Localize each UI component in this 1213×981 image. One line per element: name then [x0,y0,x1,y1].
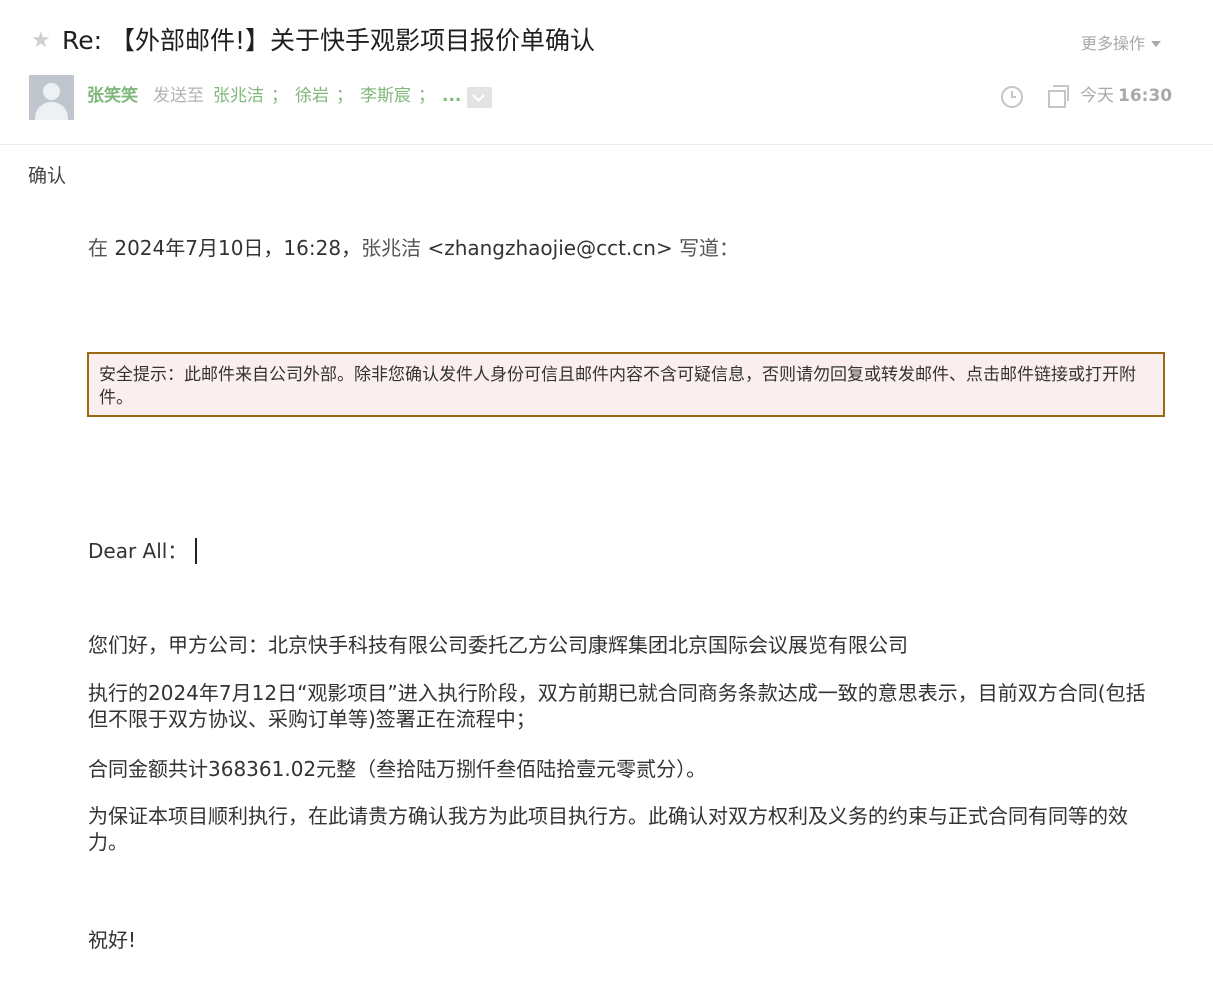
caret-down-icon [1151,41,1162,47]
closing: 祝好! [88,928,137,952]
date-label: 今天 [1080,86,1114,106]
recipient-separator: ； [336,86,353,106]
recipient-separator: ； [418,86,435,106]
email-subject: Re: 【外部邮件!】关于快手观影项目报价单确认 [62,26,596,55]
reply-text: 确认 [28,165,67,187]
more-actions-label: 更多操作 [1081,34,1146,53]
text-cursor [195,538,198,564]
quote-sender: 张兆洁 [361,236,422,260]
greeting-text: Dear All： [88,539,188,563]
quote-date: 2024年7月10日，16:28， [114,236,362,260]
quote-suffix: 写道： [679,236,740,260]
more-actions-menu[interactable]: 更多操作 [1081,33,1162,55]
quote-email[interactable]: <zhangzhaojie@cct.cn> [427,236,672,260]
sender-name[interactable]: 张笑笑 [87,84,138,108]
recipient-2[interactable]: 徐岩 [295,84,329,108]
quote-header: 在 2024年7月10日，16:28，张兆洁 <zhangzhaojie@cct… [88,234,739,262]
greeting[interactable]: Dear All： [88,538,1148,564]
recipients-more[interactable]: ... [442,84,461,108]
recipient-1[interactable]: 张兆洁 [213,84,264,108]
recipient-separator: ； [271,86,288,106]
body-paragraph-3: 合同金额共计368361.02元整（叁拾陆万捌仟叁佰陆拾壹元零贰分）。 [88,757,707,781]
star-icon[interactable]: ★ [31,27,51,55]
security-warning-banner: 安全提示：此邮件来自公司外部。除非您确认发件人身份可信且邮件内容不含可疑信息，否… [87,352,1165,417]
sent-time: 16:30 [1118,86,1173,106]
sender-row: 张笑笑 发送至 张兆洁 ； 徐岩 ； 李斯宸 ； ... [87,84,461,108]
header-divider [0,144,1213,145]
avatar[interactable] [29,75,74,120]
sent-date: 今天 16:30 [1080,84,1172,108]
body-paragraph-4: 为保证本项目顺利执行，在此请贵方确认我方为此项目执行方。此确认对双方权利及义务的… [88,804,1128,854]
avatar-head-shape [43,83,60,100]
send-to-label: 发送至 [153,86,204,106]
avatar-body-shape [35,102,68,120]
copy-icon[interactable] [1048,85,1070,108]
expand-recipients-button[interactable] [467,87,492,108]
body-paragraph-2: 执行的2024年7月12日“观影项目”进入执行阶段，双方前期已就合同商务条款达成… [88,681,1146,731]
chevron-down-icon [472,89,485,102]
clock-icon[interactable] [1001,86,1023,108]
quote-prefix: 在 [88,236,108,260]
recipient-3[interactable]: 李斯宸 [360,84,411,108]
body-paragraph-1: 您们好，甲方公司：北京快手科技有限公司委托乙方公司康辉集团北京国际会议展览有限公… [88,633,908,657]
